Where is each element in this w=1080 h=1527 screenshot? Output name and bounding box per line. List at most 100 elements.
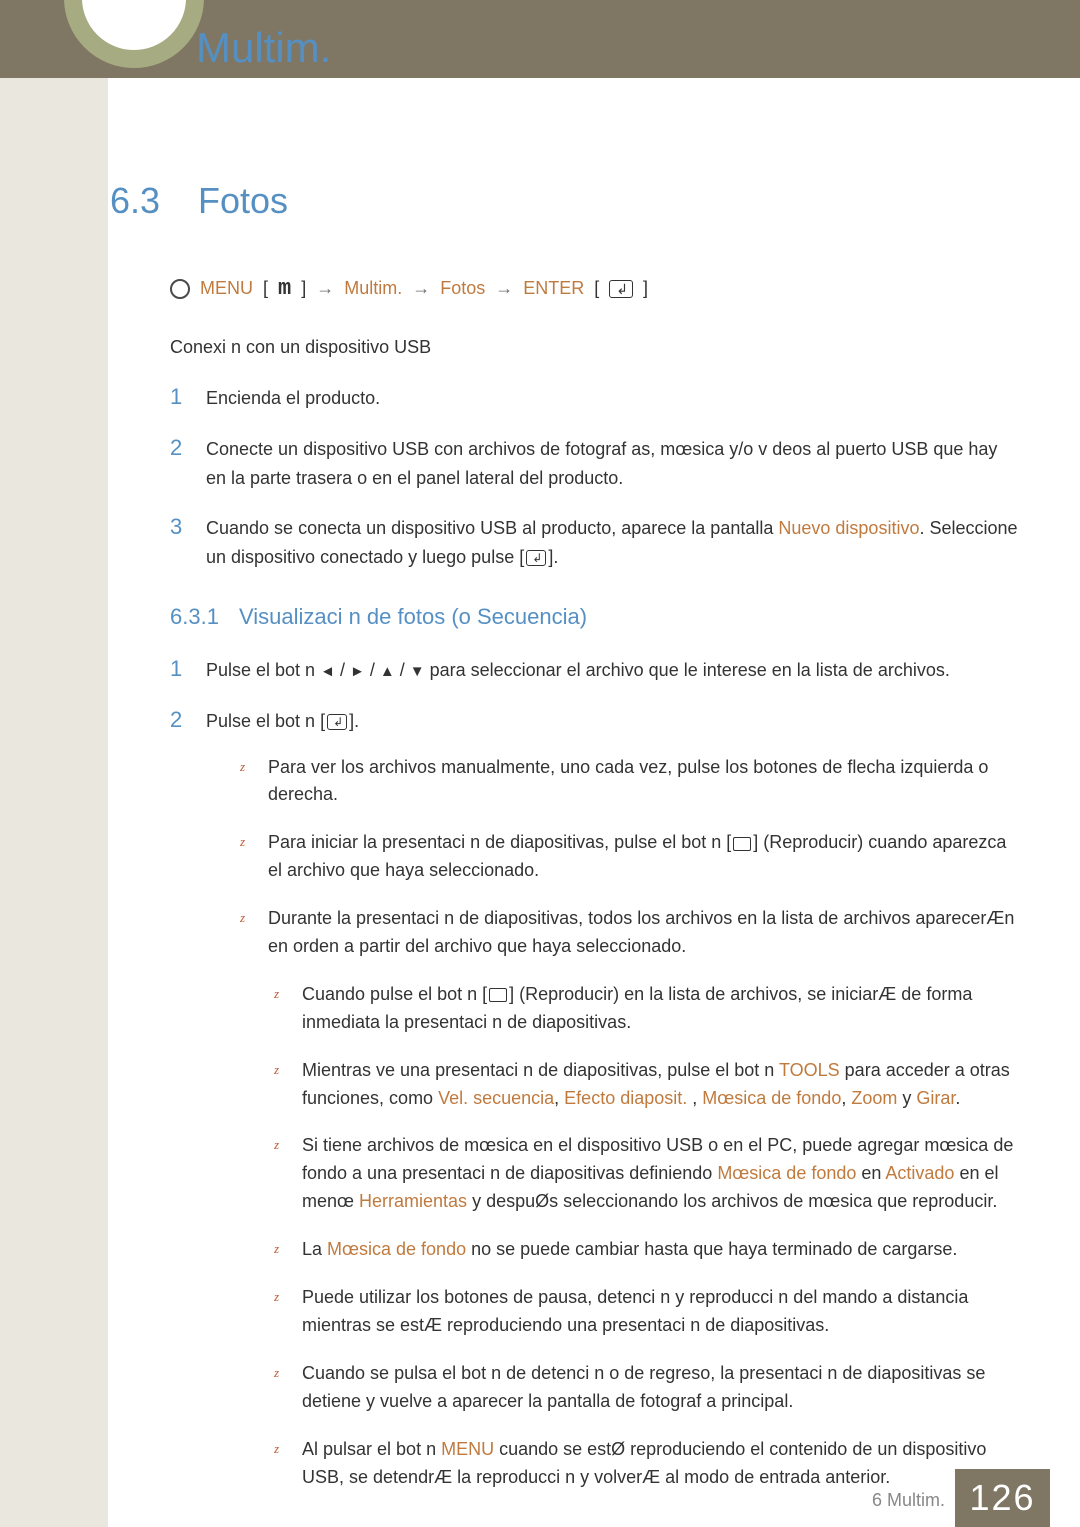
step-text: Encienda el producto. [206, 384, 380, 413]
z-bullet: z [274, 1057, 284, 1113]
iz7-h1: MENU [441, 1439, 494, 1459]
inner-z-list: z Cuando pulse el bot n [] (Reproducir) … [274, 981, 1020, 1491]
iz2-tail: . [955, 1088, 960, 1108]
bracket-open: [ [263, 278, 268, 299]
chapter-title: Multim. [196, 24, 331, 72]
content-area: 6.3 Fotos MENU [ m ] → Multim. → Fotos →… [108, 180, 1020, 1519]
menu-path: MENU [ m ] → Multim. → Fotos → ENTER [ ↲… [170, 276, 1020, 301]
iz2-h5: Girar [916, 1088, 955, 1108]
iz3-h1: Mœsica de fondo [717, 1163, 856, 1183]
z-bullet: z [274, 1360, 284, 1416]
section-number: 6.3 [110, 180, 170, 222]
step-number: 2 [170, 707, 188, 1512]
z-text: Durante la presentaci n de diapositivas,… [268, 905, 1020, 961]
iz2-pre: Mientras ve una presentaci n de diaposit… [302, 1060, 779, 1080]
step-text: Conecte un dispositivo USB con archivos … [206, 435, 1020, 493]
iz7-pre: Al pulsar el bot n [302, 1439, 441, 1459]
iz3-m1: en [856, 1163, 885, 1183]
iz1-pre: Cuando pulse el bot n [ [302, 984, 487, 1004]
substep2-after: ]. [349, 711, 359, 731]
path-enter: ENTER [523, 278, 584, 299]
inner-z-item: z Si tiene archivos de mœsica en el disp… [274, 1132, 1020, 1216]
inner-z-item: z La Mœsica de fondo no se puede cambiar… [274, 1236, 1020, 1264]
enter-icon: ↲ [327, 714, 347, 730]
left-sidebar [0, 0, 108, 1527]
z-bullet: z [240, 905, 250, 961]
iz2-h1: Vel. secuencia [438, 1088, 554, 1108]
z-bullet: z [274, 1236, 284, 1264]
sub-step-1: 1 Pulse el bot n ◄ / ► / ▲ / ▼ para sele… [170, 656, 1020, 685]
iz2-h2: Efecto diaposit. [564, 1088, 687, 1108]
step-list: 1 Encienda el producto. 2 Conecte un dis… [170, 384, 1020, 572]
z-bullet: z [274, 981, 284, 1037]
inner-z-item: z Mientras ve una presentaci n de diapos… [274, 1057, 1020, 1113]
subsection-number: 6.3.1 [170, 604, 219, 630]
step-2: 2 Conecte un dispositivo USB con archivo… [170, 435, 1020, 493]
sub-step-list: 1 Pulse el bot n ◄ / ► / ▲ / ▼ para sele… [170, 656, 1020, 1511]
arrow-3: → [495, 278, 513, 299]
iz3-tail: y despuØs seleccionando los archivos de … [467, 1191, 997, 1211]
step3-highlight: Nuevo dispositivo [778, 518, 919, 538]
iz2-h3: Mœsica de fondo [702, 1088, 841, 1108]
path-fotos: Fotos [440, 278, 485, 299]
subsection-header: 6.3.1 Visualizaci n de fotos (o Secuenci… [170, 604, 1020, 630]
substep1-text: Pulse el bot n ◄ / ► / ▲ / ▼ para selecc… [206, 660, 950, 680]
iz4-pre: La [302, 1239, 327, 1259]
z-item: z Durante la presentaci n de diapositiva… [240, 905, 1020, 961]
enter-icon: ↲ [609, 280, 633, 298]
footer: 6 Multim. 126 [0, 1469, 1080, 1527]
iz2-s4: y [897, 1088, 916, 1108]
z-list: z Para ver los archivos manualmente, uno… [240, 754, 1020, 961]
z-item: z Para iniciar la presentaci n de diapos… [240, 829, 1020, 885]
z-text: Para ver los archivos manualmente, uno c… [268, 754, 1020, 810]
substep2-before: Pulse el bot n [ [206, 711, 325, 731]
section-title: Fotos [198, 180, 288, 222]
iz3-h2: Activado [885, 1163, 954, 1183]
step-number: 1 [170, 384, 188, 413]
play-icon [733, 837, 751, 851]
step-text: Pulse el bot n [↲]. z Para ver los archi… [206, 707, 1020, 1512]
z-text: La Mœsica de fondo no se puede cambiar h… [302, 1236, 957, 1264]
bracket-close: ] [301, 278, 306, 299]
iz2-s2: , [687, 1088, 702, 1108]
z-text: Puede utilizar los botones de pausa, det… [302, 1284, 1020, 1340]
step-text: Pulse el bot n ◄ / ► / ▲ / ▼ para selecc… [206, 656, 950, 685]
iz4-h1: Mœsica de fondo [327, 1239, 466, 1259]
iz2-tools: TOOLS [779, 1060, 840, 1080]
step-3: 3 Cuando se conecta un dispositivo USB a… [170, 514, 1020, 572]
z-text: Cuando se pulsa el bot n de detenci n o … [302, 1360, 1020, 1416]
z-bullet: z [240, 829, 250, 885]
z-item: z Para ver los archivos manualmente, uno… [240, 754, 1020, 810]
z-bullet: z [240, 754, 250, 810]
path-multim: Multim. [344, 278, 402, 299]
iz3-h3: Herramientas [359, 1191, 467, 1211]
z-text: Si tiene archivos de mœsica en el dispos… [302, 1132, 1020, 1216]
step-number: 1 [170, 656, 188, 685]
step-number: 3 [170, 514, 188, 572]
iz2-s3: , [841, 1088, 851, 1108]
footer-label: 6 Multim. [872, 1490, 945, 1511]
inner-z-item: z Cuando pulse el bot n [] (Reproducir) … [274, 981, 1020, 1037]
iz2-h4: Zoom [851, 1088, 897, 1108]
menu-label: MENU [200, 278, 253, 299]
play-icon [489, 988, 507, 1002]
step-1: 1 Encienda el producto. [170, 384, 1020, 413]
subsection-title: Visualizaci n de fotos (o Secuencia) [239, 604, 587, 630]
z-bullet: z [274, 1284, 284, 1340]
step3-bracket: [ [519, 547, 524, 567]
page-number: 126 [955, 1469, 1050, 1527]
m-glyph: m [278, 276, 291, 301]
step3-tail: ]. [548, 547, 558, 567]
z-text: Cuando pulse el bot n [] (Reproducir) en… [302, 981, 1020, 1037]
iz4-tail: no se puede cambiar hasta que haya termi… [466, 1239, 957, 1259]
z-bullet: z [274, 1132, 284, 1216]
step-text: Cuando se conecta un dispositivo USB al … [206, 514, 1020, 572]
section-header: 6.3 Fotos [110, 180, 1020, 222]
bracket-open-2: [ [594, 278, 599, 299]
sub-step-2: 2 Pulse el bot n [↲]. z Para ver los arc… [170, 707, 1020, 1512]
arrow-1: → [316, 278, 334, 299]
inner-z-item: z Puede utilizar los botones de pausa, d… [274, 1284, 1020, 1340]
z-text: Mientras ve una presentaci n de diaposit… [302, 1057, 1020, 1113]
arrow-2: → [412, 278, 430, 299]
z-text: Para iniciar la presentaci n de diaposit… [268, 829, 1020, 885]
